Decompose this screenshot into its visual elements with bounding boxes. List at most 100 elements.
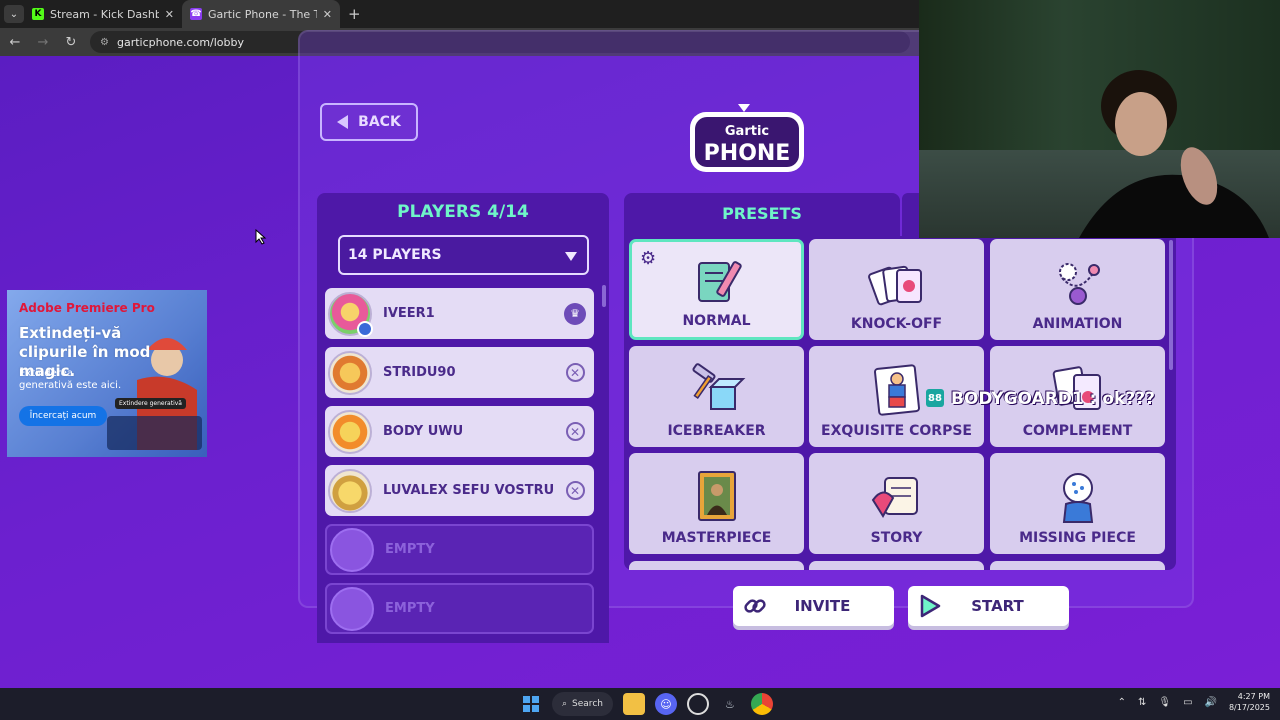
ad-brand: Adobe Premiere Pro [19, 301, 155, 315]
players-count-select[interactable]: 14 PLAYERS [338, 235, 589, 275]
scroll-quill-icon [871, 477, 918, 518]
paper-figure-icon [873, 364, 920, 416]
remove-player-icon[interactable]: ✕ [565, 422, 585, 441]
presets-title: PRESETS [722, 204, 802, 223]
file-explorer-icon[interactable] [622, 693, 645, 715]
preset-next-row [809, 561, 984, 570]
crown-icon: ♛ [564, 302, 586, 325]
ice-hammer-icon [691, 363, 745, 410]
tab-search-dropdown-icon[interactable]: ⌄ [4, 5, 24, 23]
system-clock[interactable]: 4:27 PM 8/17/2025 [1229, 691, 1270, 713]
preset-normal[interactable]: ⚙ NORMAL [629, 239, 804, 340]
player-name: STRIDU90 [383, 365, 456, 380]
preset-missing-piece[interactable]: MISSING PIECE [990, 453, 1165, 554]
taskbar-search[interactable]: ⌕ Search [552, 692, 613, 716]
play-icon [916, 592, 944, 620]
adobe-ad-banner[interactable]: Adobe Premiere Pro ▷ ✕ Extindeți-vă clip… [7, 290, 207, 457]
ad-cta-button[interactable]: Încercați acum [19, 406, 107, 426]
missing-piece-icon [1062, 473, 1093, 523]
player-row: STRIDU90 ✕ [325, 347, 594, 398]
avatar [328, 291, 373, 337]
close-tab-icon[interactable]: ✕ [165, 8, 174, 21]
preset-label: COMPLEMENT [1022, 423, 1133, 439]
player-row: LUVALEX SEFU VOSTRU ✕ [325, 465, 594, 516]
chevron-up-icon[interactable]: ⌃ [1118, 697, 1126, 708]
windows-start-icon[interactable] [520, 693, 542, 715]
preset-knock-off[interactable]: KNOCK-OFF [809, 239, 984, 340]
ad-tag: Extindere generativă [115, 398, 186, 409]
discord-icon[interactable]: ☺ [654, 693, 677, 715]
network-icon[interactable]: ⇅ [1138, 697, 1146, 708]
preset-label: EXQUISITE CORPSE [821, 423, 972, 439]
gear-icon[interactable]: ⚙ [640, 248, 656, 269]
chat-badge-icon: 88 [926, 389, 944, 407]
avatar [328, 409, 372, 454]
microphone-icon[interactable]: 🎙 [1158, 697, 1171, 708]
tab-kick-dashboard[interactable]: K Stream - Kick Dashboard ✕ [24, 0, 182, 28]
search-label: Search [572, 699, 603, 709]
host-badge-icon [357, 320, 373, 337]
tab-gartic-phone[interactable]: ☎ Gartic Phone - The Telephone G ✕ [182, 0, 340, 28]
empty-player-slot: EMPTY [325, 524, 594, 575]
notepad-pencil-icon [697, 261, 742, 302]
players-count-value: 14 PLAYERS [348, 247, 442, 263]
player-row: IVEER1 ♛ [325, 288, 594, 339]
steam-icon[interactable]: ♨ [719, 693, 741, 715]
back-arrow-icon[interactable]: ← [6, 35, 24, 50]
preset-label: KNOCK-OFF [850, 316, 943, 332]
player-name: LUVALEX SEFU VOSTRU [383, 483, 555, 498]
clock-time: 4:27 PM [1237, 692, 1270, 701]
link-icon [741, 592, 769, 620]
remove-player-icon[interactable]: ✕ [565, 363, 585, 382]
preset-animation[interactable]: ANIMATION [990, 239, 1165, 340]
avatar [328, 350, 372, 395]
ad-subtext: Extinderea generativă este aici. [19, 368, 122, 391]
search-icon: ⌕ [562, 699, 568, 709]
ad-info-icon[interactable]: ▷ ✕ [188, 292, 203, 301]
preset-story[interactable]: STORY [809, 453, 984, 554]
back-triangle-icon [337, 115, 349, 129]
remove-player-icon[interactable]: ✕ [565, 481, 585, 500]
forward-arrow-icon[interactable]: → [34, 35, 52, 50]
player-name: EMPTY [385, 601, 435, 616]
display-icon[interactable]: ▭ [1183, 697, 1192, 708]
back-button[interactable]: BACK [320, 103, 418, 141]
preset-label: MISSING PIECE [1019, 530, 1136, 546]
preset-next-row [990, 561, 1165, 570]
cards-icon [867, 265, 922, 306]
preset-next-row [629, 561, 804, 570]
players-scrollbar[interactable] [602, 285, 606, 307]
chrome-icon[interactable] [750, 693, 773, 715]
presets-scrollbar[interactable] [1169, 240, 1173, 370]
players-title: PLAYERS 4/14 [397, 202, 529, 222]
tab-title: Gartic Phone - The Telephone G [208, 7, 317, 21]
start-button[interactable]: START [908, 586, 1069, 626]
caret-down-icon [565, 252, 577, 261]
invite-button[interactable]: INVITE [733, 586, 894, 626]
new-tab-icon[interactable]: + [348, 5, 361, 23]
obs-icon[interactable] [686, 693, 709, 715]
site-info-icon[interactable]: ⚙ [100, 37, 109, 48]
preset-label: ANIMATION [1032, 316, 1123, 332]
close-tab-icon[interactable]: ✕ [323, 8, 332, 21]
player-row: BODY UWU ✕ [325, 406, 594, 457]
volume-icon[interactable]: 🔊 [1205, 697, 1217, 708]
avatar [328, 468, 372, 513]
kick-icon: K [32, 8, 44, 20]
preset-label: ICEBREAKER [667, 423, 766, 439]
logo-bottom-text: PHONE [704, 141, 791, 166]
preset-label: STORY [870, 530, 923, 546]
url-text: garticphone.com/lobby [116, 35, 245, 49]
preset-label: MASTERPIECE [661, 530, 772, 546]
tab-title: Stream - Kick Dashboard [50, 7, 159, 21]
reload-icon[interactable]: ↻ [62, 35, 80, 50]
clock-date: 8/17/2025 [1228, 703, 1270, 712]
empty-avatar [330, 527, 374, 572]
windows-taskbar: ⌕ Search ☺ ♨ ⌃ ⇅ 🎙 ▭ 🔊 4:27 PM 8/17/2025 [0, 688, 1280, 720]
animation-icon [1058, 263, 1100, 305]
preset-masterpiece[interactable]: MASTERPIECE [629, 453, 804, 554]
streamer-image [1079, 70, 1269, 238]
preset-icebreaker[interactable]: ICEBREAKER [629, 346, 804, 447]
preset-label: NORMAL [682, 313, 751, 329]
back-label: BACK [358, 114, 401, 130]
